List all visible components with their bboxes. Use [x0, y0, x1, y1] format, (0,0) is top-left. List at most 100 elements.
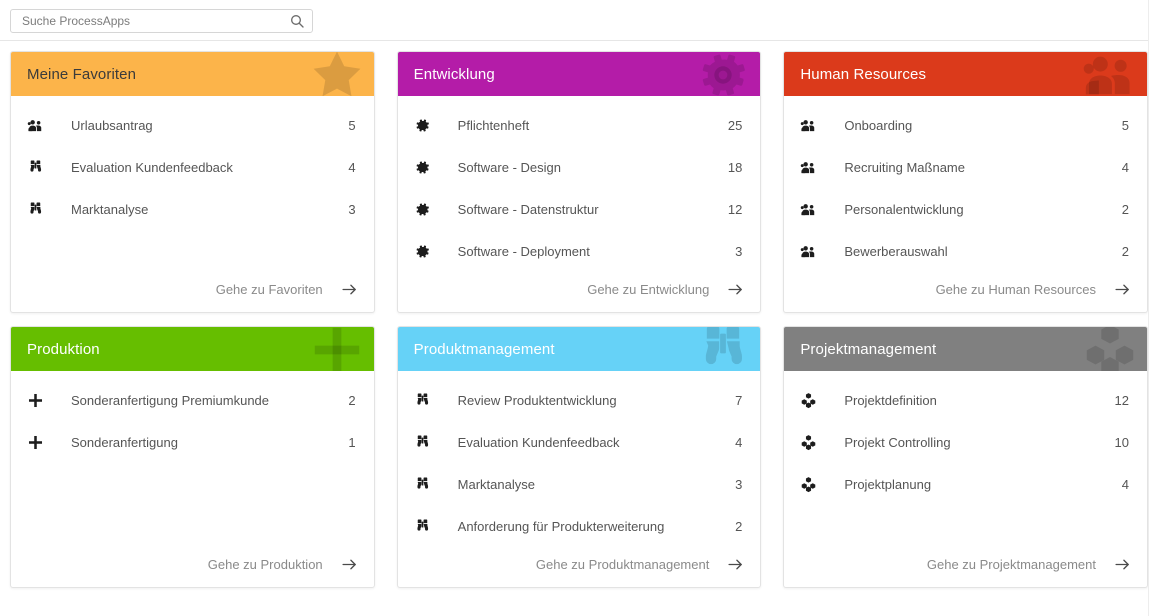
gear-icon: [414, 201, 440, 218]
app-row[interactable]: Evaluation Kundenfeedback4: [27, 146, 358, 188]
app-row-count: 25: [728, 118, 744, 133]
card-row-list: Review Produktentwicklung7Evaluation Kun…: [398, 371, 761, 556]
card-footer-link-projektmanagement[interactable]: Gehe zu Projektmanagement: [784, 556, 1147, 587]
card-footer-link-human-resources[interactable]: Gehe zu Human Resources: [784, 281, 1147, 312]
app-row-count: 3: [348, 202, 357, 217]
arrow-right-icon[interactable]: [1114, 281, 1131, 298]
app-row[interactable]: Software - Deployment3: [414, 230, 745, 272]
arrow-right-icon[interactable]: [341, 556, 358, 573]
app-row-label: Software - Deployment: [440, 244, 735, 259]
card-footer-label: Gehe zu Entwicklung: [587, 282, 709, 297]
app-card-projektmanagement: ProjektmanagementProjektdefinition12Proj…: [783, 326, 1148, 588]
app-row-count: 2: [1122, 244, 1131, 259]
top-search-bar: [0, 0, 1158, 41]
card-title: Entwicklung: [414, 66, 495, 83]
binoculars-icon: [414, 434, 440, 451]
cubes-icon: [800, 392, 826, 409]
users-icon: [1081, 52, 1139, 96]
app-row[interactable]: Bewerberauswahl2: [800, 230, 1131, 272]
app-row-count: 10: [1115, 435, 1131, 450]
card-footer-label: Gehe zu Projektmanagement: [927, 557, 1096, 572]
app-row[interactable]: Projektplanung4: [800, 463, 1131, 505]
app-card-meine-favoriten: Meine FavoritenUrlaubsantrag5Evaluation …: [10, 51, 375, 313]
arrow-right-icon[interactable]: [727, 281, 744, 298]
app-row-label: Sonderanfertigung Premiumkunde: [53, 393, 348, 408]
users-icon: [800, 243, 826, 260]
plus-icon: [27, 434, 53, 451]
app-row[interactable]: Marktanalyse3: [27, 188, 358, 230]
app-row-count: 12: [1115, 393, 1131, 408]
card-footer-link-entwicklung[interactable]: Gehe zu Entwicklung: [398, 281, 761, 312]
app-row[interactable]: Pflichtenheft25: [414, 104, 745, 146]
app-row[interactable]: Review Produktentwicklung7: [414, 379, 745, 421]
app-row[interactable]: Recruiting Maßname4: [800, 146, 1131, 188]
binoculars-icon: [27, 201, 53, 218]
card-header-produktmanagement: Produktmanagement: [398, 327, 761, 371]
app-row-count: 4: [1122, 160, 1131, 175]
app-row[interactable]: Software - Datenstruktur12: [414, 188, 745, 230]
app-row[interactable]: Anforderung für Produkterweiterung2: [414, 505, 745, 547]
card-footer-link-meine-favoriten[interactable]: Gehe zu Favoriten: [11, 281, 374, 312]
card-footer-label: Gehe zu Produktmanagement: [536, 557, 709, 572]
app-card-produktmanagement: ProduktmanagementReview Produktentwicklu…: [397, 326, 762, 588]
binoculars-icon: [414, 518, 440, 535]
app-row-count: 5: [1122, 118, 1131, 133]
app-row[interactable]: Sonderanfertigung1: [27, 421, 358, 463]
app-row-count: 1: [348, 435, 357, 450]
app-row[interactable]: Onboarding5: [800, 104, 1131, 146]
right-edge-scroll-gutter[interactable]: [1148, 0, 1158, 616]
app-row-label: Marktanalyse: [440, 477, 735, 492]
app-row-count: 4: [348, 160, 357, 175]
app-row[interactable]: Sonderanfertigung Premiumkunde2: [27, 379, 358, 421]
app-row[interactable]: Projekt Controlling10: [800, 421, 1131, 463]
card-footer-label: Gehe zu Favoriten: [216, 282, 323, 297]
app-row-label: Review Produktentwicklung: [440, 393, 735, 408]
app-row-label: Anforderung für Produkterweiterung: [440, 519, 735, 534]
arrow-right-icon[interactable]: [727, 556, 744, 573]
app-row-label: Evaluation Kundenfeedback: [440, 435, 735, 450]
users-icon: [27, 117, 53, 134]
star-icon: [308, 52, 366, 96]
app-row-label: Bewerberauswahl: [826, 244, 1121, 259]
app-row-count: 5: [348, 118, 357, 133]
app-row[interactable]: Projektdefinition12: [800, 379, 1131, 421]
card-footer-link-produktion[interactable]: Gehe zu Produktion: [11, 556, 374, 587]
binoculars-icon: [694, 327, 752, 371]
app-row-label: Projekt Controlling: [826, 435, 1114, 450]
app-row-label: Personalentwicklung: [826, 202, 1121, 217]
arrow-right-icon[interactable]: [1114, 556, 1131, 573]
app-row-label: Urlaubsantrag: [53, 118, 348, 133]
app-row[interactable]: Personalentwicklung2: [800, 188, 1131, 230]
search-box[interactable]: [10, 9, 313, 33]
app-row-count: 12: [728, 202, 744, 217]
search-input[interactable]: [11, 10, 284, 32]
processapps-dashboard: Meine FavoritenUrlaubsantrag5Evaluation …: [0, 0, 1158, 616]
cubes-icon: [800, 434, 826, 451]
app-row[interactable]: Urlaubsantrag5: [27, 104, 358, 146]
card-footer-link-produktmanagement[interactable]: Gehe zu Produktmanagement: [398, 556, 761, 587]
app-row-label: Projektdefinition: [826, 393, 1114, 408]
card-row-list: Onboarding5Recruiting Maßname4Personalen…: [784, 96, 1147, 281]
card-row-list: Urlaubsantrag5Evaluation Kundenfeedback4…: [11, 96, 374, 281]
search-icon[interactable]: [289, 13, 305, 29]
app-row[interactable]: Software - Design18: [414, 146, 745, 188]
app-row[interactable]: Evaluation Kundenfeedback4: [414, 421, 745, 463]
arrow-right-icon[interactable]: [341, 281, 358, 298]
card-row-list: Sonderanfertigung Premiumkunde2Sonderanf…: [11, 371, 374, 556]
app-row-count: 2: [735, 519, 744, 534]
app-row-label: Recruiting Maßname: [826, 160, 1121, 175]
app-row[interactable]: Marktanalyse3: [414, 463, 745, 505]
app-card-grid: Meine FavoritenUrlaubsantrag5Evaluation …: [0, 41, 1158, 588]
card-header-meine-favoriten: Meine Favoriten: [11, 52, 374, 96]
gear-icon: [414, 117, 440, 134]
plus-icon: [308, 327, 366, 371]
app-row-label: Sonderanfertigung: [53, 435, 348, 450]
users-icon: [800, 159, 826, 176]
app-row-label: Software - Datenstruktur: [440, 202, 728, 217]
app-row-label: Pflichtenheft: [440, 118, 728, 133]
card-title: Projektmanagement: [800, 341, 936, 358]
app-row-count: 3: [735, 477, 744, 492]
cubes-icon: [800, 476, 826, 493]
app-row-label: Evaluation Kundenfeedback: [53, 160, 348, 175]
app-card-human-resources: Human ResourcesOnboarding5Recruiting Maß…: [783, 51, 1148, 313]
